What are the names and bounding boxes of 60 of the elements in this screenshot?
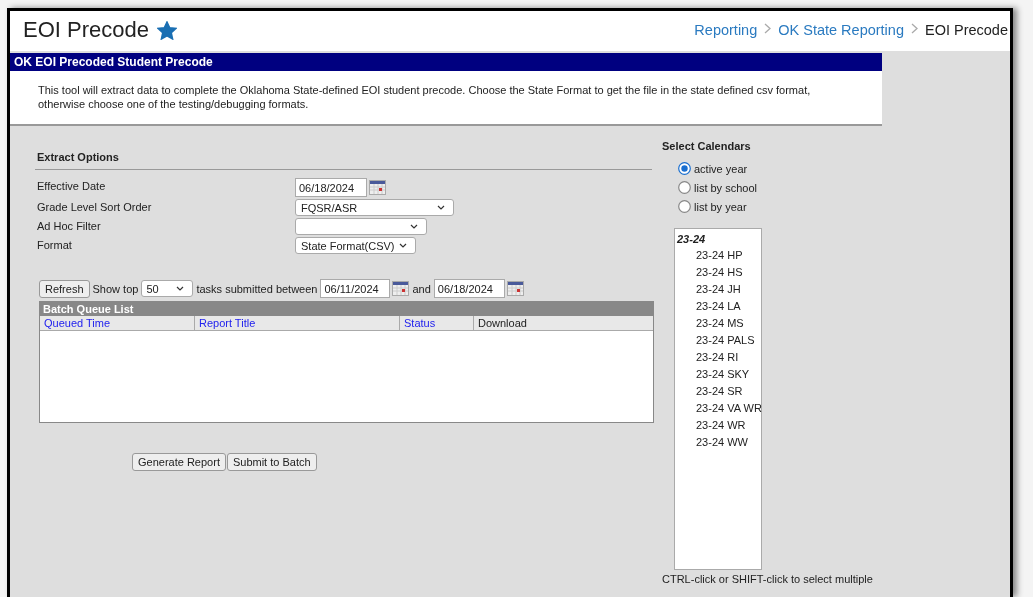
count-dropdown[interactable]: 50 bbox=[141, 280, 194, 297]
star-icon[interactable] bbox=[156, 20, 177, 40]
date-field[interactable]: 06/11/2024 bbox=[320, 279, 391, 298]
calendar-item[interactable]: 23-24 HS bbox=[677, 264, 761, 281]
radio-label: active year bbox=[694, 162, 748, 175]
breadcrumb-link[interactable]: OK State Reporting bbox=[778, 22, 904, 38]
caret-icon bbox=[399, 243, 407, 248]
show-top-label: Show top bbox=[92, 282, 139, 295]
hint-text: CTRL-click or SHIFT-click to select multiple bbox=[662, 573, 873, 585]
calendar-item[interactable]: 23-24 LA bbox=[677, 298, 761, 315]
field-label: Format bbox=[37, 238, 73, 252]
radio-button[interactable] bbox=[678, 181, 691, 194]
column-header[interactable]: Status bbox=[400, 316, 474, 330]
list-group: 23-24 bbox=[677, 231, 761, 247]
calendar-item[interactable]: 23-24 SR bbox=[677, 383, 761, 400]
calendar-icon[interactable] bbox=[369, 180, 386, 195]
breadcrumb-current: EOI Precode bbox=[925, 22, 1008, 38]
calendar-icon[interactable] bbox=[506, 281, 524, 296]
description-text: This tool will extract data to complete the Oklahoma State-defined EOI student precode. Choose the State Format to get the file in the state defined csv format, otherwise choose one of the testing/debugging formats. bbox=[10, 71, 882, 126]
calendar-item[interactable]: 23-24 WR bbox=[677, 417, 761, 434]
column-header: Download bbox=[477, 316, 528, 330]
between-label: tasks submitted between bbox=[196, 282, 318, 295]
caret-icon bbox=[410, 224, 418, 229]
calendar-item[interactable]: 23-24 VA WR bbox=[677, 400, 761, 417]
caret-icon bbox=[437, 205, 445, 210]
calendar-item[interactable]: 23-24 MS bbox=[677, 315, 761, 332]
dropdown[interactable]: FQSR/ASR bbox=[295, 199, 454, 216]
field-label: Effective Date bbox=[37, 179, 107, 193]
radio-label: list by year bbox=[694, 200, 747, 213]
field-label: Ad Hoc Filter bbox=[37, 219, 102, 233]
caret-icon bbox=[176, 286, 185, 291]
chevron-icon bbox=[911, 23, 918, 34]
column-header[interactable]: Queued Time bbox=[40, 316, 195, 330]
section-heading: Select Calendars bbox=[662, 140, 752, 152]
calendar-item[interactable]: 23-24 RI bbox=[677, 349, 761, 366]
field-label: Grade Level Sort Order bbox=[37, 200, 153, 214]
action-button[interactable]: Generate Report bbox=[132, 453, 226, 471]
calendar-item[interactable]: 23-24 SKY bbox=[677, 366, 761, 383]
breadcrumb-link[interactable]: Reporting bbox=[694, 22, 758, 38]
radio-button[interactable] bbox=[678, 162, 691, 175]
calendar-item[interactable]: 23-24 JH bbox=[677, 281, 761, 298]
column-header[interactable]: Report Title bbox=[195, 316, 400, 330]
date-field[interactable]: 06/18/2024 bbox=[433, 279, 505, 298]
calendar-item[interactable]: 23-24 WW bbox=[677, 434, 761, 451]
calendar-list[interactable]: 23-24 23-24 HP 23-24 HS 23-24 JH 23-24 LA 23-24 MS 23-24 PALS 23-24 RI 23-24 SKY 23-24 SR 23-24 VA WR 23-24 WR 23-24 WW bbox=[674, 228, 762, 570]
radio-button[interactable] bbox=[678, 200, 691, 213]
calendar-item[interactable]: 23-24 PALS bbox=[677, 332, 761, 349]
chevron-icon bbox=[764, 23, 772, 34]
calendar-item[interactable]: 23-24 HP bbox=[677, 247, 761, 264]
section-heading: Extract Options bbox=[35, 151, 652, 170]
action-button[interactable]: Submit to Batch bbox=[226, 453, 317, 471]
and-label: and bbox=[412, 282, 431, 295]
refresh-button[interactable]: Refresh bbox=[39, 279, 90, 298]
page-title: EOI Precode bbox=[23, 17, 149, 43]
panel-title: OK EOI Precoded Student Precode bbox=[10, 53, 882, 71]
table-title: Batch Queue List bbox=[40, 302, 653, 316]
calendar-icon[interactable] bbox=[392, 281, 410, 296]
radio-label: list by school bbox=[694, 181, 757, 194]
dropdown[interactable]: State Format(CSV) bbox=[295, 237, 416, 254]
date-field[interactable]: 06/18/2024 bbox=[295, 178, 367, 197]
